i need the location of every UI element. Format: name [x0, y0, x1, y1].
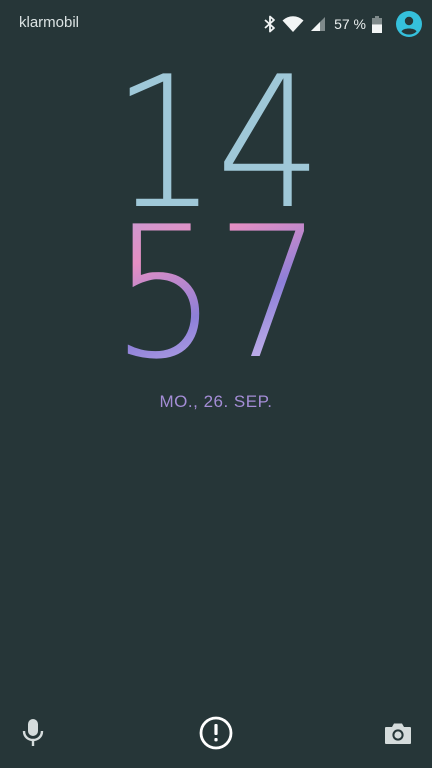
camera-icon[interactable] [384, 722, 412, 750]
microphone-icon[interactable] [22, 718, 44, 752]
alert-icon[interactable] [197, 714, 235, 756]
battery-icon [372, 15, 382, 33]
status-icons: 57 % [264, 9, 422, 39]
carrier-name: klarmobil [19, 14, 80, 31]
clock-minutes: 57 [17, 202, 414, 384]
battery-percent: 57 % [334, 16, 366, 32]
bluetooth-icon [264, 15, 276, 33]
signal-icon [310, 16, 326, 32]
date-label: MO., 26. SEP. [159, 392, 273, 411]
user-avatar-icon[interactable] [396, 11, 422, 37]
lockscreen-clock: 14 57 [0, 52, 432, 384]
wifi-icon [282, 15, 304, 33]
